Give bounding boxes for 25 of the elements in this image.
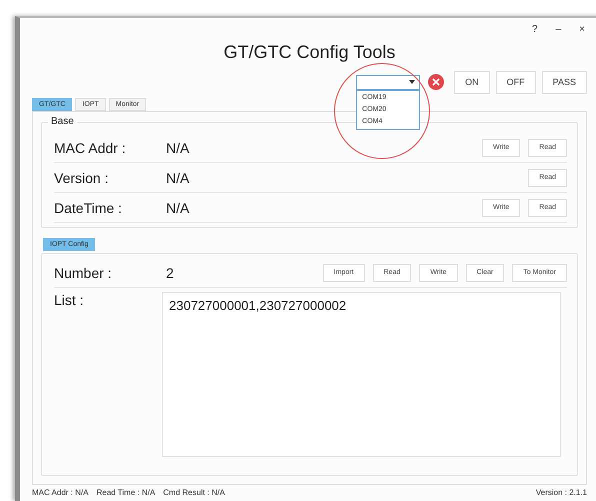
status-text: Read Time : N/A: [96, 488, 156, 497]
window-control-button[interactable]: –: [554, 20, 564, 38]
close-icon[interactable]: [428, 74, 444, 90]
field-label: List :: [54, 292, 85, 310]
status-text: Cmd Result : N/A: [163, 488, 225, 497]
window-control-button[interactable]: ?: [530, 20, 540, 38]
field-value: N/A: [166, 200, 190, 216]
port-dropdown[interactable]: [356, 74, 420, 90]
window-title: GT/GTC Config Tools: [222, 42, 396, 64]
field-label: Number :: [54, 264, 113, 280]
caret-icon: [409, 80, 416, 84]
version-text: Version : 2.1.1: [536, 488, 587, 497]
toolbar-button[interactable]: ON: [454, 70, 490, 94]
field-label: DateTime :: [54, 200, 123, 216]
field-value: N/A: [166, 170, 190, 186]
group-title: Base: [48, 116, 77, 127]
toolbar-button[interactable]: PASS: [542, 70, 587, 94]
list-text-area[interactable]: 230727000001,230727000002: [162, 292, 561, 457]
field-value: N/A: [166, 140, 190, 156]
window-control-button[interactable]: ×: [577, 20, 587, 38]
field-value: 2: [166, 264, 175, 280]
toolbar-button[interactable]: OFF: [496, 70, 536, 94]
status-text: MAC Addr : N/A: [32, 488, 88, 497]
field-label: MAC Addr :: [54, 140, 127, 156]
field-label: Version :: [54, 170, 110, 186]
